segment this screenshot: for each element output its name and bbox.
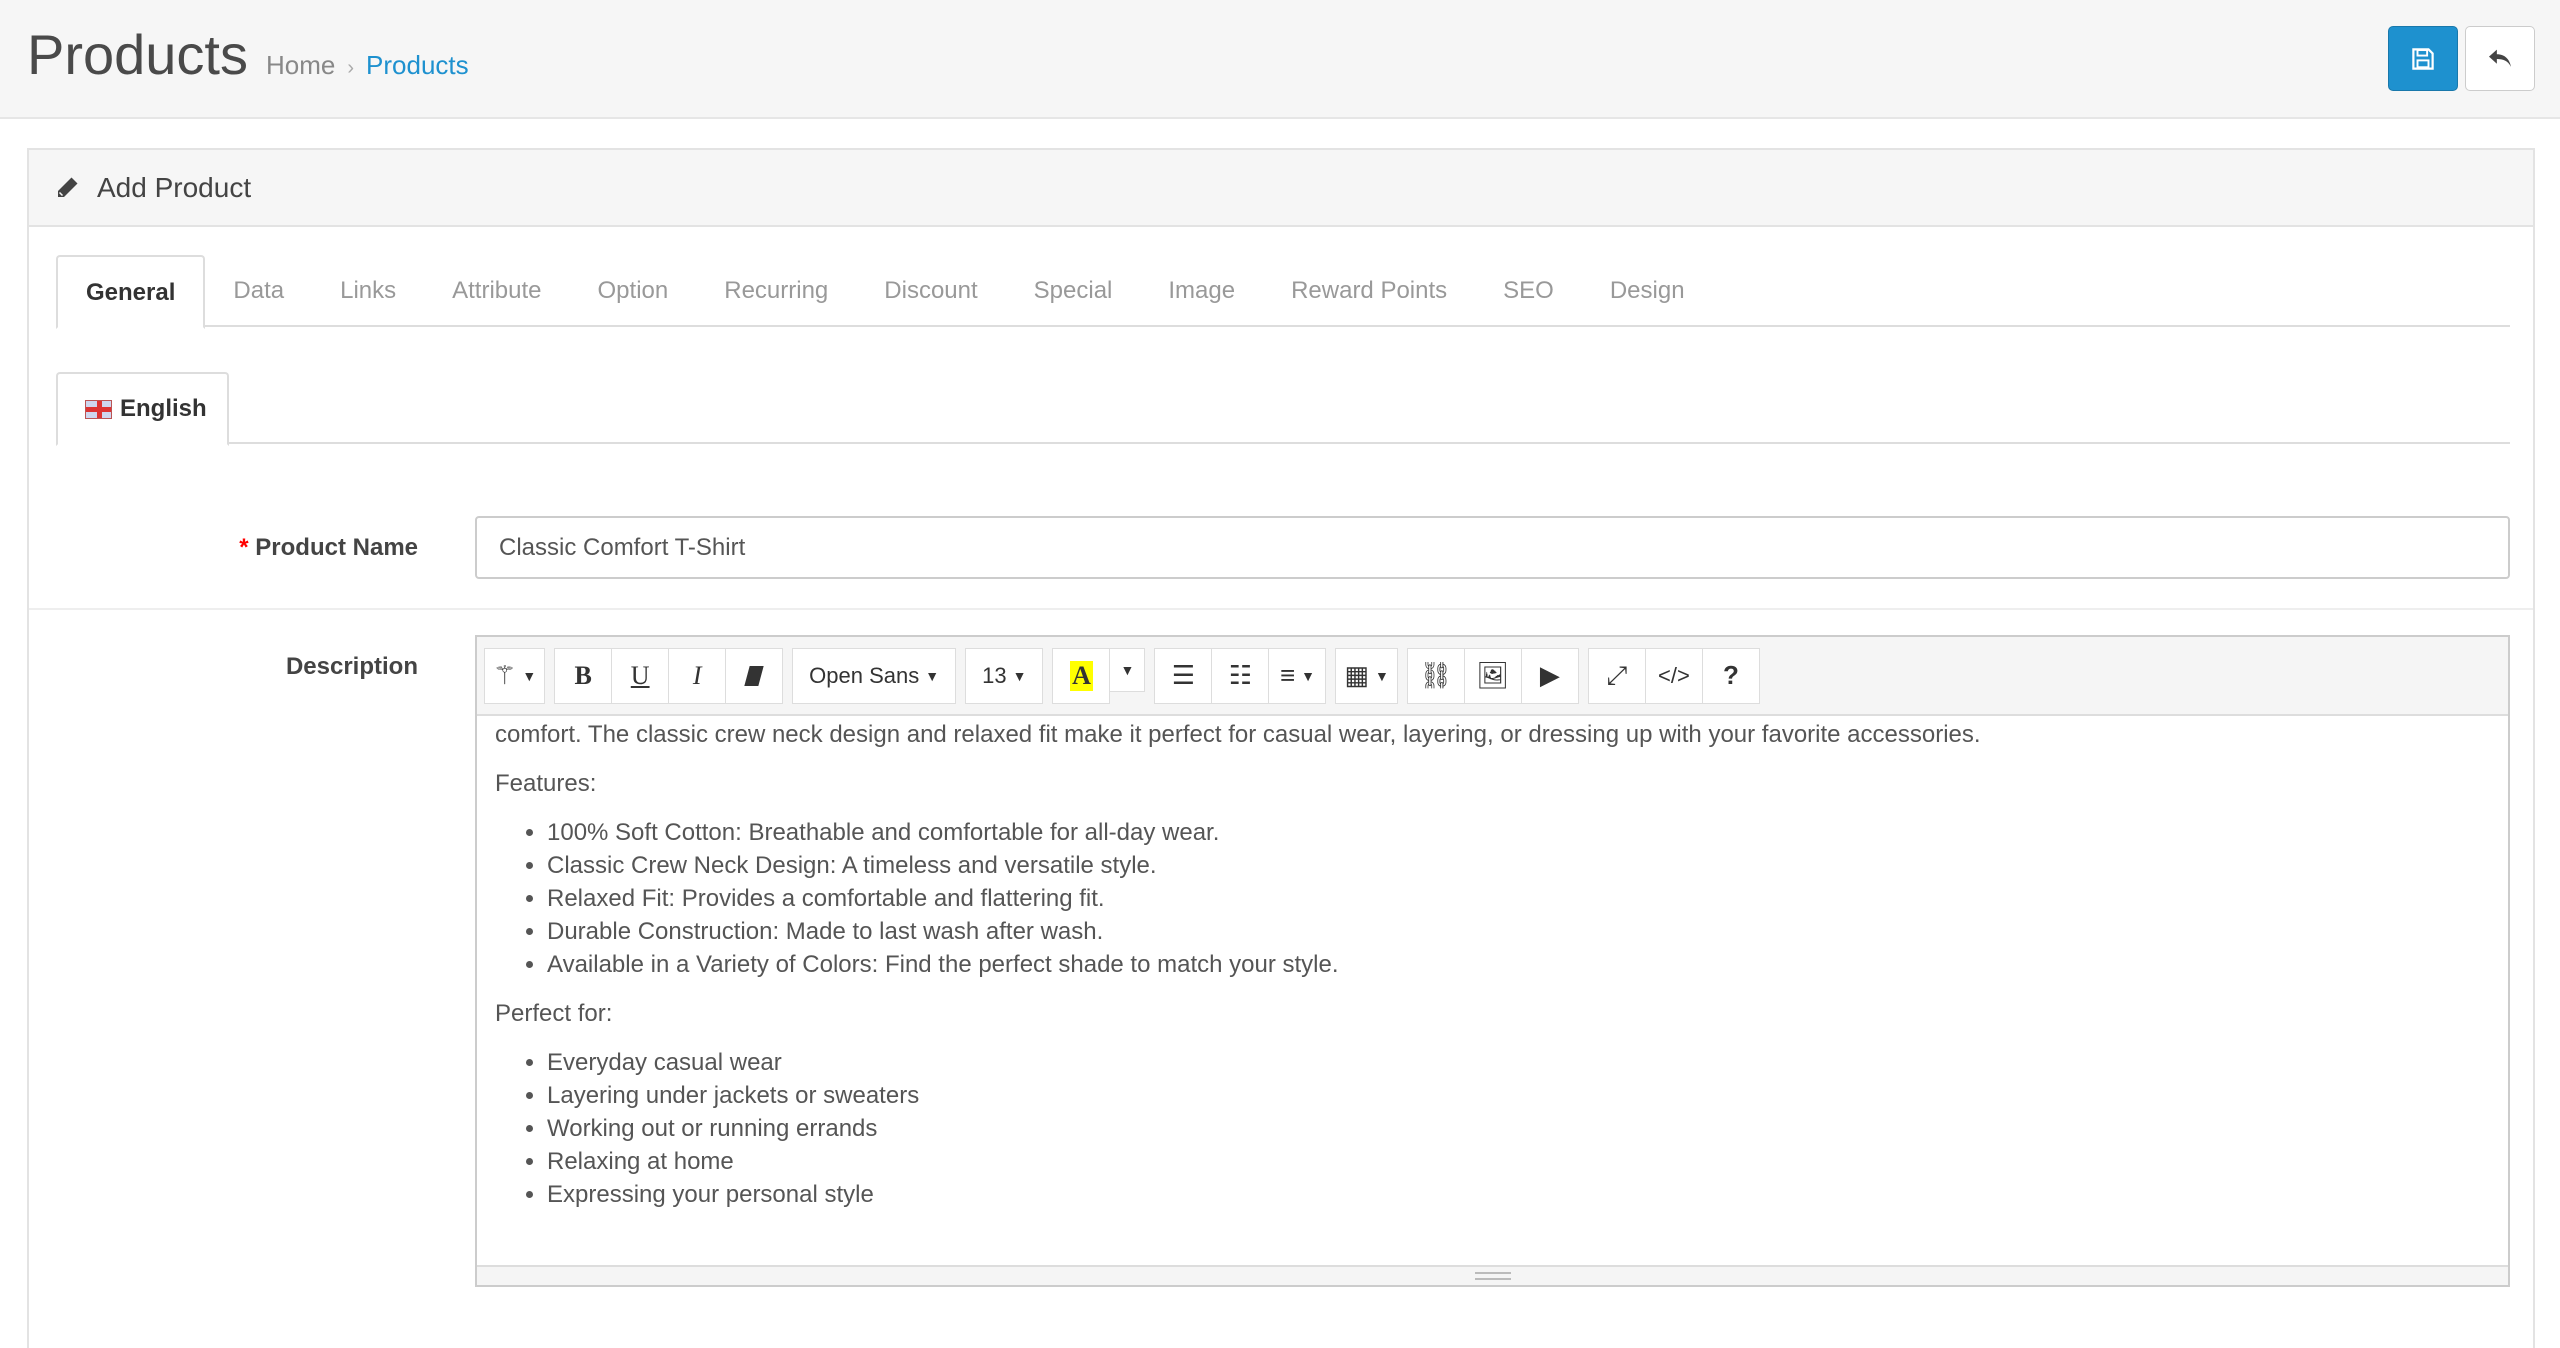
video-icon: ▶ (1539, 660, 1560, 690)
breadcrumb-separator: › (347, 57, 355, 79)
font-family-value: Open Sans (809, 662, 920, 688)
editor-toolbar: ⚚ ▼ B U I Open Sans ▼ 13 ▼ A ▼ ☰ ☷ ≡ ▼ ▦ ▼ ⛓ … (477, 637, 2508, 716)
features-heading: Features: (495, 770, 597, 797)
tab-attribute[interactable]: Attribute (424, 255, 569, 327)
italic-icon: I (692, 660, 702, 690)
tab-discount[interactable]: Discount (856, 255, 1005, 327)
magic-wand-icon: ⚚ (493, 660, 517, 690)
tab-image[interactable]: Image (1140, 255, 1263, 327)
tab-seo[interactable]: SEO (1475, 255, 1582, 327)
table-button[interactable]: ▦ ▼ (1335, 647, 1398, 704)
link-button[interactable]: ⛓ (1406, 647, 1465, 704)
product-name-label-text: Product Name (255, 534, 418, 561)
align-left-icon: ≡ (1279, 660, 1296, 690)
tab-design[interactable]: Design (1582, 255, 1713, 327)
tab-data[interactable]: Data (205, 255, 312, 327)
help-button[interactable]: ? (1701, 647, 1760, 704)
features-list: 100% Soft Cotton: Breathable and comfort… (547, 816, 2490, 981)
list-item: Working out or running errands (547, 1112, 2490, 1145)
divider (29, 608, 2533, 610)
floppy-disk-icon (2412, 47, 2434, 70)
font-size-dropdown[interactable]: 13 ▼ (965, 647, 1044, 704)
image-button[interactable]: 🖼 (1463, 647, 1522, 704)
description-editor: ⚚ ▼ B U I Open Sans ▼ 13 ▼ A ▼ ☰ ☷ ≡ ▼ ▦ ▼ ⛓ … (475, 635, 2510, 1287)
paragraph-align-button[interactable]: ≡ ▼ (1268, 647, 1327, 704)
page-header: Products Home › Products (0, 0, 2560, 119)
underline-icon: U (630, 660, 650, 690)
font-size-value: 13 (982, 662, 1007, 688)
product-name-label: * Product Name (239, 534, 418, 562)
tab-language-english[interactable]: English (56, 372, 229, 446)
tab-recurring[interactable]: Recurring (696, 255, 856, 327)
list-item: Classic Crew Neck Design: A timeless and… (547, 849, 2490, 882)
text-color-button[interactable]: A (1052, 647, 1111, 704)
tab-special[interactable]: Special (1006, 255, 1141, 327)
required-mark: * (239, 534, 249, 561)
list-item: Relaxed Fit: Provides a comfortable and … (547, 882, 2490, 915)
tab-links[interactable]: Links (312, 255, 424, 327)
numbered-list-icon: ☷ (1228, 660, 1253, 690)
language-tabs: English (56, 372, 2510, 446)
color-letter-icon: A (1070, 660, 1093, 691)
underline-button[interactable]: U (611, 647, 670, 704)
breadcrumb: Home › Products (266, 50, 469, 81)
uk-flag-icon (85, 399, 112, 419)
video-button[interactable]: ▶ (1520, 647, 1579, 704)
page-title: Products (27, 23, 248, 86)
breadcrumb-products[interactable]: Products (366, 50, 469, 80)
add-product-panel: Add Product General Data Links Attribute… (27, 148, 2535, 1348)
code-view-button[interactable]: </> (1644, 647, 1703, 704)
reply-arrow-icon (2489, 49, 2511, 67)
list-item: 100% Soft Cotton: Breathable and comfort… (547, 816, 2490, 849)
list-item: Everyday casual wear (547, 1046, 2490, 1079)
tab-option[interactable]: Option (570, 255, 697, 327)
pencil-icon (58, 177, 78, 197)
question-icon: ? (1722, 660, 1739, 690)
font-family-dropdown[interactable]: Open Sans ▼ (792, 647, 957, 704)
tab-general[interactable]: General (56, 255, 206, 329)
perfect-for-heading: Perfect for: (495, 1000, 613, 1027)
perfect-for-list: Everyday casual wear Layering under jack… (547, 1046, 2490, 1211)
code-icon: </> (1657, 662, 1690, 688)
picture-icon: 🖼 (1476, 660, 1510, 690)
panel-title: Add Product (97, 171, 252, 203)
ordered-list-button[interactable]: ☷ (1211, 647, 1270, 704)
panel-heading: Add Product (29, 150, 2533, 227)
unordered-list-button[interactable]: ☰ (1154, 647, 1213, 704)
bullet-list-icon: ☰ (1171, 660, 1196, 690)
intro-paragraph: comfort. The classic crew neck design an… (495, 721, 1981, 748)
bold-button[interactable]: B (554, 647, 613, 704)
list-item: Layering under jackets or sweaters (547, 1079, 2490, 1112)
expand-icon: ⤢ (1606, 659, 1628, 690)
list-item: Relaxing at home (547, 1145, 2490, 1178)
table-icon: ▦ (1344, 660, 1370, 690)
language-label: English (120, 395, 207, 422)
link-icon: ⛓ (1419, 660, 1453, 690)
italic-button[interactable]: I (668, 647, 727, 704)
grip-icon (1474, 1272, 1511, 1280)
color-dropdown-button[interactable]: ▼ (1109, 647, 1146, 692)
product-name-input[interactable] (475, 516, 2510, 579)
description-label: Description (285, 653, 418, 680)
breadcrumb-home[interactable]: Home (266, 50, 335, 80)
back-button[interactable] (2465, 26, 2535, 91)
product-tabs: General Data Links Attribute Option Recu… (56, 255, 2510, 329)
list-item: Available in a Variety of Colors: Find t… (547, 948, 2490, 981)
list-item: Durable Construction: Made to last wash … (547, 915, 2490, 948)
clear-format-button[interactable] (725, 647, 784, 704)
style-button[interactable]: ⚚ ▼ (484, 647, 546, 704)
save-button[interactable] (2388, 26, 2458, 91)
fullscreen-button[interactable]: ⤢ (1587, 647, 1646, 704)
list-item: Expressing your personal style (547, 1178, 2490, 1211)
editor-content[interactable]: comfort. The classic crew neck design an… (477, 718, 2508, 1261)
bold-icon: B (574, 660, 592, 690)
editor-resize-handle[interactable] (477, 1265, 2508, 1285)
tab-reward-points[interactable]: Reward Points (1263, 255, 1475, 327)
eraser-icon (744, 665, 764, 686)
